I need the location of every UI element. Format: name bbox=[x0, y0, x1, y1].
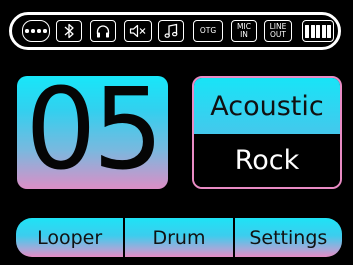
mic-in-icon[interactable]: MIC IN bbox=[231, 20, 257, 42]
preset-category-box: Acoustic bbox=[194, 78, 340, 134]
preset-style-panel[interactable]: Acoustic Rock bbox=[192, 76, 342, 189]
headphones-icon[interactable] bbox=[90, 20, 116, 42]
more-icon[interactable] bbox=[22, 20, 50, 42]
preset-number: 05 bbox=[25, 65, 164, 195]
speaker-muted-icon[interactable] bbox=[124, 20, 152, 42]
drum-button[interactable]: Drum bbox=[123, 218, 232, 257]
status-bar: OTG MIC IN LINE OUT bbox=[9, 12, 341, 50]
preset-style-box: Rock bbox=[194, 134, 340, 187]
music-note-icon[interactable] bbox=[158, 20, 184, 42]
battery-icon bbox=[302, 20, 334, 42]
looper-button[interactable]: Looper bbox=[16, 218, 123, 257]
preset-category: Acoustic bbox=[210, 90, 324, 122]
otg-icon[interactable]: OTG bbox=[193, 20, 223, 42]
bluetooth-icon[interactable] bbox=[56, 20, 82, 42]
preset-number-panel[interactable]: 05 bbox=[17, 70, 168, 190]
settings-button[interactable]: Settings bbox=[232, 218, 342, 257]
line-out-icon[interactable]: LINE OUT bbox=[264, 20, 292, 42]
preset-style: Rock bbox=[234, 145, 300, 176]
bottom-nav: Looper Drum Settings bbox=[16, 218, 342, 257]
